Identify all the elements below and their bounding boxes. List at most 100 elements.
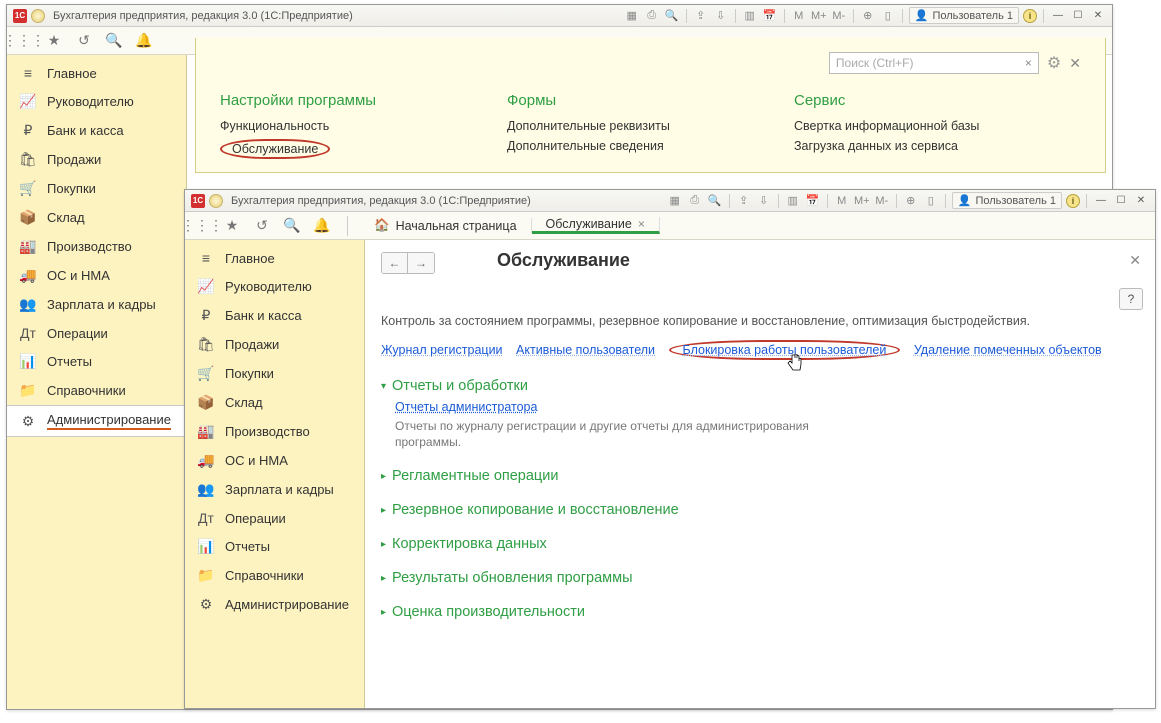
search-input[interactable]: Поиск (Ctrl+F) × [829, 52, 1039, 74]
zoom-icon[interactable]: ⊕ [903, 193, 919, 209]
expander-scheduled[interactable]: ▸Регламентные операции [381, 468, 1135, 484]
sidebar-item-main[interactable]: ≡Главное [185, 244, 364, 272]
search-icon[interactable]: 🔍 [283, 217, 301, 235]
expander-correction[interactable]: ▸Корректировка данных [381, 536, 1135, 552]
sidebar-item-production[interactable]: 🏭Производство [185, 417, 364, 446]
sidebar-item-purchases[interactable]: 🛒Покупки [7, 174, 186, 203]
sidebar-item-sales[interactable]: 🛍Продажи [185, 330, 364, 359]
zoom-icon[interactable]: ⊕ [860, 8, 876, 24]
sidebar-item-salary[interactable]: 👥Зарплата и кадры [185, 475, 364, 504]
link-active-users[interactable]: Активные пользователи [516, 343, 655, 357]
sidebar-item-bank[interactable]: ₽Банк и касса [7, 116, 186, 145]
link-extra-attrs[interactable]: Дополнительные реквизиты [507, 119, 794, 133]
help-button[interactable]: ? [1119, 288, 1143, 310]
sidebar-item-reports[interactable]: 📊Отчеты [185, 532, 364, 561]
calendar-icon[interactable]: 📅 [762, 8, 778, 24]
user-button[interactable]: 👤Пользователь 1 [909, 7, 1019, 24]
toolbar-icon[interactable]: ▦ [624, 8, 640, 24]
info-icon[interactable]: i [1066, 194, 1080, 208]
close-button[interactable]: ✕ [1090, 9, 1106, 23]
bell-icon[interactable]: 🔔 [313, 217, 331, 235]
expander-performance[interactable]: ▸Оценка производительности [381, 604, 1135, 620]
link-load-data[interactable]: Загрузка данных из сервиса [794, 139, 1081, 153]
sidebar-item-salary[interactable]: 👥Зарплата и кадры [7, 290, 186, 319]
link-functionality[interactable]: Функциональность [220, 119, 507, 133]
bell-icon[interactable]: 🔔 [135, 32, 153, 50]
print-icon[interactable]: ⎙ [687, 193, 703, 209]
history-icon[interactable]: ↺ [75, 32, 93, 50]
expander-backup[interactable]: ▸Резервное копирование и восстановление [381, 502, 1135, 518]
preview-icon[interactable]: 🔍 [707, 193, 723, 209]
mplus-button[interactable]: M+ [854, 193, 870, 209]
sidebar-item-sales[interactable]: 🛍Продажи [7, 145, 186, 174]
app-menu-button[interactable] [31, 9, 45, 23]
maximize-button[interactable]: ☐ [1113, 194, 1129, 208]
forward-button[interactable]: → [408, 253, 434, 273]
close-button[interactable]: ✕ [1133, 194, 1149, 208]
sidebar-item-admin[interactable]: ⚙Администрирование [7, 405, 186, 437]
sidebar-item-refs[interactable]: 📁Справочники [185, 561, 364, 590]
sidebar-item-head[interactable]: 📈Руководителю [7, 87, 186, 116]
settings-icon[interactable]: ⚙ [1047, 53, 1061, 73]
toolbar-icon[interactable]: ▦ [667, 193, 683, 209]
calc-icon[interactable]: ▥ [742, 8, 758, 24]
sidebar-item-warehouse[interactable]: 📦Склад [185, 388, 364, 417]
star-icon[interactable]: ★ [223, 217, 241, 235]
sidebar-item-production[interactable]: 🏭Производство [7, 232, 186, 261]
upload-icon[interactable]: ⇪ [736, 193, 752, 209]
calendar-icon[interactable]: 📅 [805, 193, 821, 209]
mminus-button[interactable]: M- [874, 193, 890, 209]
app-menu-button[interactable] [209, 194, 223, 208]
back-button[interactable]: ← [382, 253, 408, 273]
sidebar-item-assets[interactable]: 🚚ОС и НМА [185, 446, 364, 475]
link-block-users[interactable]: Блокировка работы пользователей [683, 343, 887, 357]
preview-icon[interactable]: 🔍 [664, 8, 680, 24]
link-registration-log[interactable]: Журнал регистрации [381, 343, 503, 357]
sidebar-item-bank[interactable]: ₽Банк и касса [185, 301, 364, 330]
minimize-button[interactable]: — [1093, 194, 1109, 208]
info-icon[interactable]: i [1023, 9, 1037, 23]
download-icon[interactable]: ⇩ [756, 193, 772, 209]
apps-icon[interactable]: ⋮⋮⋮ [193, 217, 211, 235]
sidebar-item-admin[interactable]: ⚙Администрирование [185, 590, 364, 619]
mminus-button[interactable]: M- [831, 8, 847, 24]
print-icon[interactable]: ⎙ [644, 8, 660, 24]
mplus-button[interactable]: M+ [811, 8, 827, 24]
book-icon[interactable]: ▯ [923, 193, 939, 209]
sidebar-item-purchases[interactable]: 🛒Покупки [185, 359, 364, 388]
link-delete-marked[interactable]: Удаление помеченных объектов [914, 343, 1102, 357]
m-button[interactable]: M [791, 8, 807, 24]
calc-icon[interactable]: ▥ [785, 193, 801, 209]
link-admin-reports[interactable]: Отчеты администратора [395, 400, 1135, 414]
link-maintenance[interactable]: Обслуживание [220, 139, 507, 159]
history-icon[interactable]: ↺ [253, 217, 271, 235]
sidebar-item-refs[interactable]: 📁Справочники [7, 376, 186, 405]
search-icon[interactable]: 🔍 [105, 32, 123, 50]
m-button[interactable]: M [834, 193, 850, 209]
book-icon[interactable]: ▯ [880, 8, 896, 24]
tab-home[interactable]: 🏠 Начальная страница [360, 218, 532, 233]
link-extra-info[interactable]: Дополнительные сведения [507, 139, 794, 153]
star-icon[interactable]: ★ [45, 32, 63, 50]
sidebar-item-main[interactable]: ≡Главное [7, 59, 186, 87]
sidebar-item-head[interactable]: 📈Руководителю [185, 272, 364, 301]
sidebar-item-assets[interactable]: 🚚ОС и НМА [7, 261, 186, 290]
expander-update-results[interactable]: ▸Результаты обновления программы [381, 570, 1135, 586]
download-icon[interactable]: ⇩ [713, 8, 729, 24]
sidebar-item-ops[interactable]: ДтОперации [185, 504, 364, 532]
maximize-button[interactable]: ☐ [1070, 9, 1086, 23]
sidebar-item-reports[interactable]: 📊Отчеты [7, 347, 186, 376]
close-page-icon[interactable]: ✕ [1129, 252, 1141, 269]
apps-icon[interactable]: ⋮⋮⋮ [15, 32, 33, 50]
clear-icon[interactable]: × [1025, 56, 1032, 70]
expander-reports[interactable]: ▾Отчеты и обработки [381, 378, 1135, 394]
upload-icon[interactable]: ⇪ [693, 8, 709, 24]
close-panel-icon[interactable]: ✕ [1069, 55, 1081, 72]
minimize-button[interactable]: — [1050, 9, 1066, 23]
user-button[interactable]: 👤Пользователь 1 [952, 192, 1062, 209]
close-tab-icon[interactable]: × [638, 217, 645, 231]
link-rollup[interactable]: Свертка информационной базы [794, 119, 1081, 133]
sidebar-item-warehouse[interactable]: 📦Склад [7, 203, 186, 232]
sidebar-item-ops[interactable]: ДтОперации [7, 319, 186, 347]
tab-maintenance[interactable]: Обслуживание × [532, 217, 660, 234]
